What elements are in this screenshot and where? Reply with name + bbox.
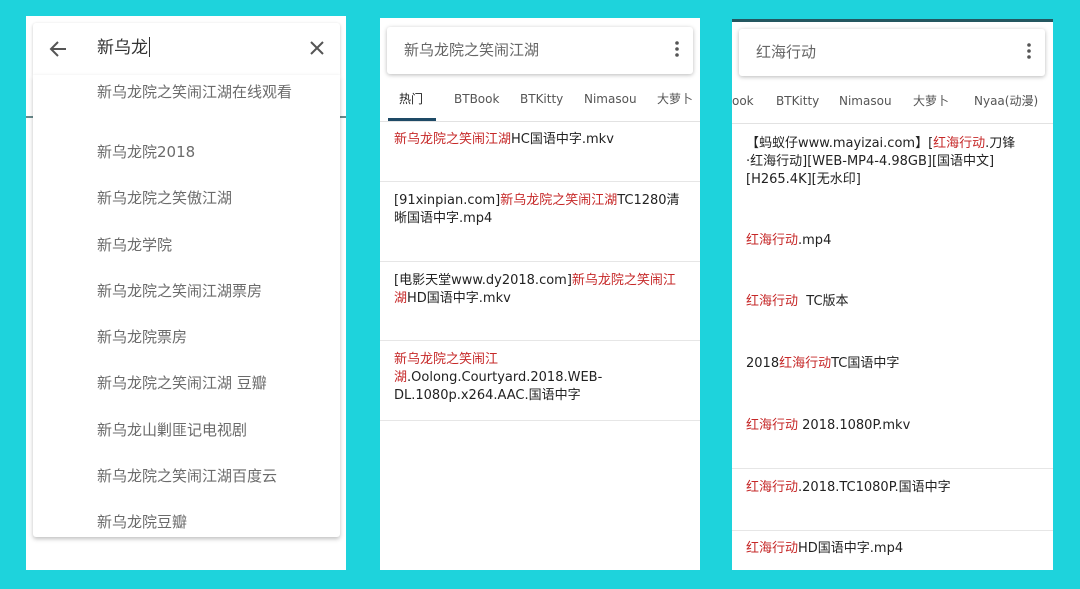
result-item[interactable]: 新乌龙院之笑闹江湖.Oolong.Courtyard.2018.WEB-DL.1… — [394, 351, 686, 405]
source-tabs: ook BTKitty Nimasou 大萝卜 Nyaa(动漫) — [732, 79, 1053, 123]
tab-btkitty[interactable]: BTKitty — [776, 79, 819, 123]
result-item[interactable]: [电影天堂www.dy2018.com]新乌龙院之笑闹江湖HD国语中字.mkv — [394, 272, 686, 308]
suggestion-item[interactable]: 新乌龙院之笑闹江湖 豆瓣 — [97, 373, 307, 393]
result-divider — [732, 468, 1053, 469]
search-query[interactable]: 红海行动 — [756, 42, 816, 62]
tab-daluobo[interactable]: 大萝卜 — [913, 79, 949, 123]
result-divider — [380, 420, 700, 421]
suggestion-item[interactable]: 新乌龙院之笑傲江湖 — [97, 188, 307, 208]
arrow-back-icon[interactable] — [49, 40, 67, 58]
tab-btbook[interactable]: ook — [732, 79, 754, 123]
source-tabs: 热门 BTBook BTKitty Nimasou 大萝卜 — [380, 77, 700, 121]
search-suggestions-screen: 新乌龙 新乌龙院之笑闹江湖在线观看 新乌龙院2018 新乌龙院之笑傲江湖 新乌龙… — [26, 16, 346, 570]
suggestion-item[interactable]: 新乌龙院票房 — [97, 327, 307, 347]
suggestion-item[interactable]: 新乌龙学院 — [97, 235, 307, 255]
more-vert-icon[interactable] — [675, 41, 679, 57]
tab-daluobo[interactable]: 大萝卜 — [657, 77, 693, 121]
search-results-screen: 新乌龙院之笑闹江湖 热门 BTBook BTKitty Nimasou 大萝卜 … — [380, 18, 700, 570]
result-item[interactable]: 【蚂蚁仔www.mayizai.com】[红海行动.刀锋·红海行动][WEB-M… — [746, 135, 1018, 189]
suggestion-item[interactable]: 新乌龙院之笑闹江湖票房 — [97, 281, 307, 301]
result-item[interactable]: 红海行动HD国语中字.mp4 — [746, 540, 1026, 558]
result-item[interactable]: [91xinpian.com]新乌龙院之笑闹江湖TC1280清晰国语中字.mp4 — [394, 192, 684, 228]
result-item[interactable]: 2018红海行动TC国语中字 — [746, 355, 1026, 373]
tab-nimasou[interactable]: Nimasou — [839, 79, 892, 123]
suggestion-item[interactable]: 新乌龙院之笑闹江湖在线观看 — [97, 82, 307, 102]
search-bar[interactable]: 新乌龙 — [33, 23, 340, 75]
result-item[interactable]: 红海行动.mp4 — [746, 232, 1026, 250]
tab-btbook[interactable]: BTBook — [454, 77, 499, 121]
suggestion-list: 新乌龙院之笑闹江湖在线观看 新乌龙院2018 新乌龙院之笑傲江湖 新乌龙学院 新… — [33, 75, 340, 537]
tabs-divider — [380, 121, 700, 122]
suggestion-item[interactable]: 新乌龙院豆瓣 — [97, 512, 307, 532]
search-input-text: 新乌龙 — [97, 38, 148, 58]
result-item[interactable]: 红海行动 2018.1080P.mkv — [746, 417, 1026, 435]
search-results-screen: 红海行动 ook BTKitty Nimasou 大萝卜 Nyaa(动漫) 【蚂… — [732, 19, 1053, 570]
suggestion-item[interactable]: 新乌龙山剿匪记电视剧 — [97, 420, 307, 440]
result-item[interactable]: 红海行动.2018.TC1080P.国语中字 — [746, 479, 1026, 497]
search-bar[interactable]: 新乌龙院之笑闹江湖 — [387, 27, 693, 74]
search-input[interactable]: 新乌龙 — [97, 36, 150, 60]
tabs-divider — [732, 123, 1053, 124]
tab-btkitty[interactable]: BTKitty — [520, 77, 563, 121]
result-divider — [380, 181, 700, 182]
tab-nimasou[interactable]: Nimasou — [584, 77, 637, 121]
more-vert-icon[interactable] — [1027, 43, 1031, 59]
close-icon[interactable] — [309, 40, 325, 56]
result-item[interactable]: 新乌龙院之笑闹江湖HC国语中字.mkv — [394, 131, 689, 149]
result-divider — [380, 261, 700, 262]
result-divider — [380, 340, 700, 341]
text-cursor — [149, 37, 150, 57]
result-divider — [732, 530, 1053, 531]
search-query[interactable]: 新乌龙院之笑闹江湖 — [404, 40, 539, 60]
suggestion-item[interactable]: 新乌龙院2018 — [97, 142, 307, 162]
search-bar[interactable]: 红海行动 — [739, 29, 1045, 76]
tab-hot[interactable]: 热门 — [399, 77, 423, 121]
suggestion-item[interactable]: 新乌龙院之笑闹江湖百度云 — [97, 466, 307, 486]
tab-nyaa[interactable]: Nyaa(动漫) — [974, 79, 1038, 123]
result-item[interactable]: 红海行动 TC版本 — [746, 293, 1026, 311]
